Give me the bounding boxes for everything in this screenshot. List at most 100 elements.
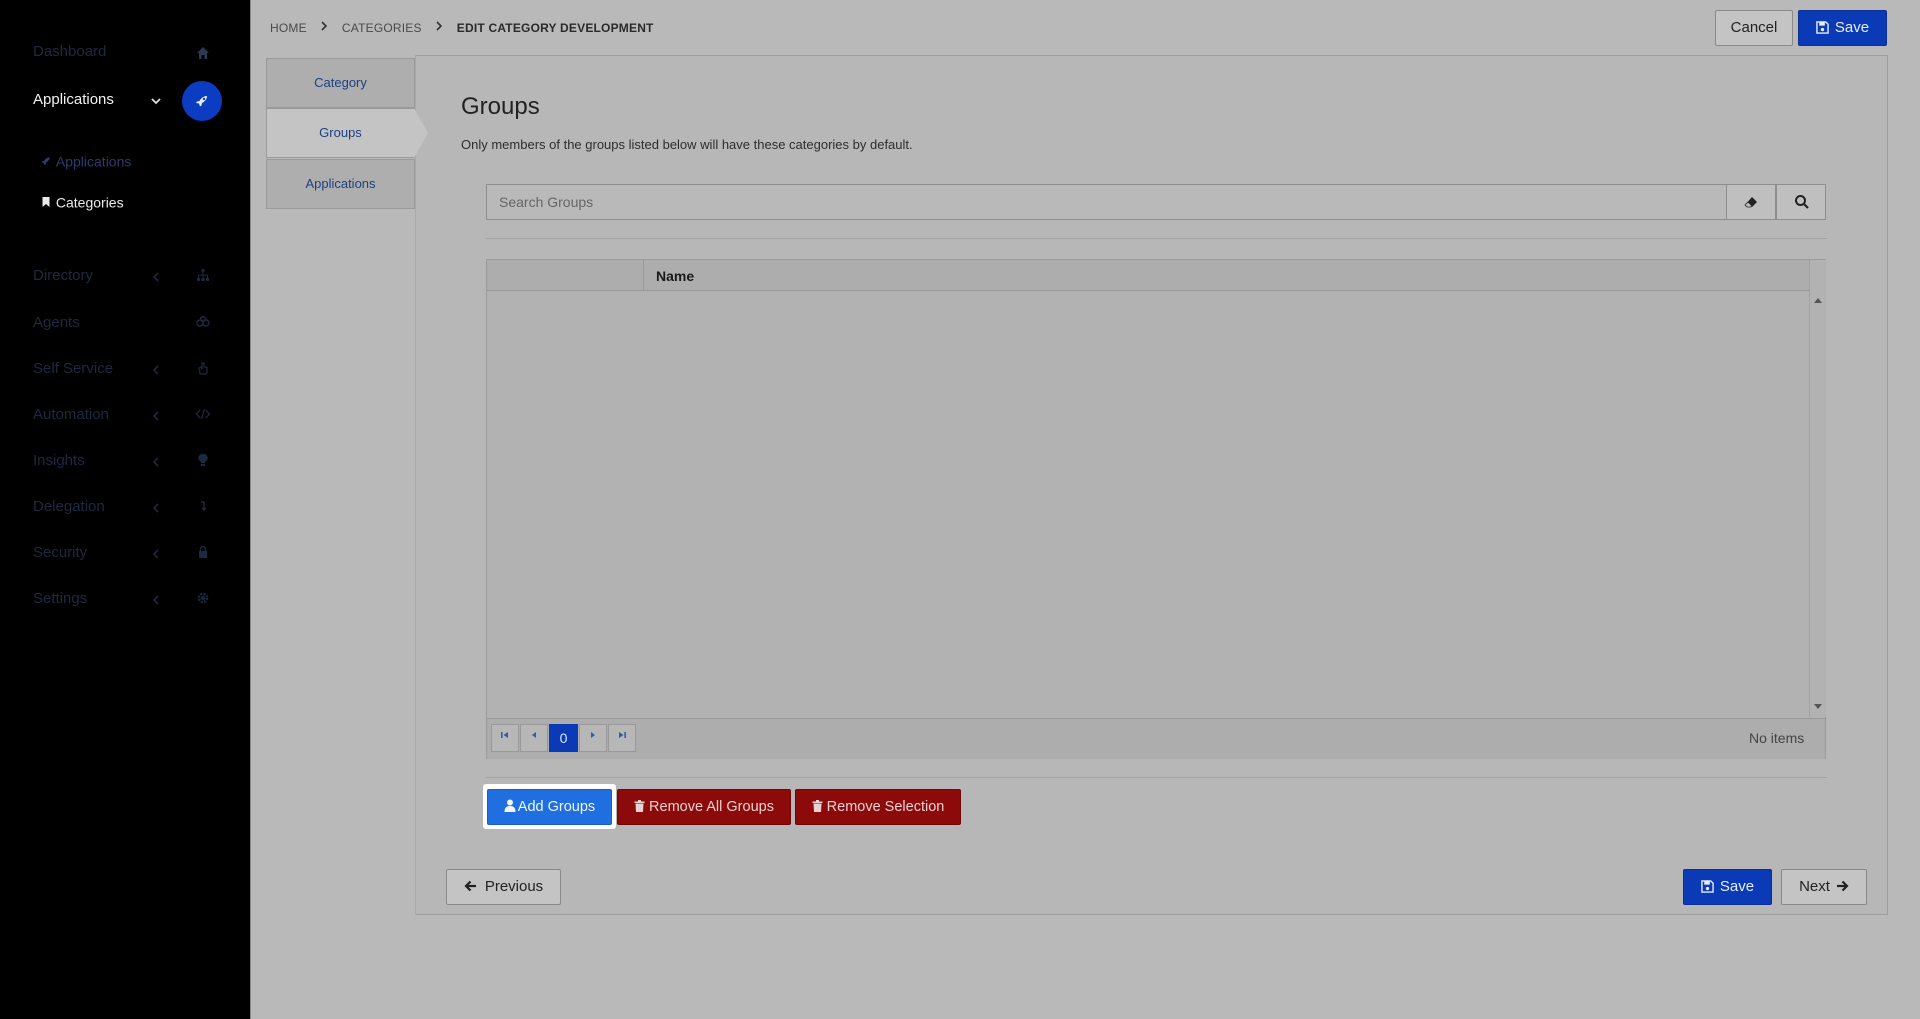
- tab-applications[interactable]: Applications: [266, 159, 415, 209]
- add-groups-label: Add Groups: [517, 799, 596, 815]
- lock-icon: [199, 545, 207, 558]
- agents-icon: [196, 315, 210, 327]
- prev-page-icon: [532, 732, 536, 738]
- sidebar-subitem-categories[interactable]: Categories: [40, 193, 124, 215]
- sidebar-item-self-service[interactable]: Self Service: [0, 350, 250, 390]
- save-button-top[interactable]: Save: [1798, 10, 1887, 46]
- tab-label: Applications: [305, 176, 376, 191]
- sidebar-item-label: Automation: [33, 406, 109, 423]
- sidebar-item-dashboard[interactable]: Dashboard: [0, 33, 250, 73]
- next-button-label: Next: [1799, 878, 1830, 895]
- section-title: Groups: [461, 93, 540, 120]
- cancel-button[interactable]: Cancel: [1715, 10, 1793, 46]
- sidebar-item-settings[interactable]: Settings: [0, 580, 250, 620]
- breadcrumb: HOME CATEGORIES EDIT CATEGORY DEVELOPMEN…: [270, 20, 654, 35]
- chevron-right-icon: [321, 21, 328, 31]
- hand-icon: [198, 362, 208, 375]
- tab-selected-arrow: [414, 108, 428, 158]
- groups-grid: [486, 259, 1826, 759]
- chevron-left-icon: [152, 365, 159, 375]
- sidebar-subitem-label: Categories: [55, 194, 124, 211]
- section-description: Only members of the groups listed below …: [461, 137, 913, 152]
- remove-selection-button[interactable]: Remove Selection: [795, 789, 961, 825]
- chevron-left-icon: [152, 503, 159, 513]
- search-groups-input[interactable]: [486, 184, 1727, 220]
- search-icon: [1795, 195, 1809, 209]
- divider: [486, 777, 1827, 778]
- home-icon: [197, 47, 209, 59]
- grid-pager: [487, 718, 1825, 759]
- pager-next-button[interactable]: [579, 724, 607, 752]
- pager-current-page[interactable]: 0: [549, 724, 578, 752]
- chevron-left-icon: [152, 457, 159, 467]
- clear-search-button[interactable]: [1726, 184, 1776, 220]
- sidebar-item-label: Security: [33, 544, 88, 561]
- search-button[interactable]: [1776, 184, 1826, 220]
- sidebar-item-label: Self Service: [33, 360, 114, 377]
- rocket-icon: [41, 157, 50, 166]
- next-button[interactable]: Next: [1781, 869, 1867, 905]
- sidebar-item-delegation[interactable]: Delegation: [0, 488, 250, 528]
- first-page-icon: [501, 732, 508, 738]
- cancel-button-label: Cancel: [1730, 19, 1778, 36]
- bookmark-icon: [42, 197, 50, 208]
- save-button-bottom[interactable]: Save: [1683, 869, 1772, 905]
- sidebar-item-applications[interactable]: Applications: [0, 81, 250, 121]
- sidebar-item-automation[interactable]: Automation: [0, 396, 250, 436]
- scroll-down-icon: [1814, 704, 1822, 709]
- grid-column-name[interactable]: Name: [656, 268, 694, 284]
- previous-button[interactable]: Previous: [446, 869, 561, 905]
- eraser-icon: [1744, 197, 1757, 208]
- delegation-icon: [201, 501, 207, 511]
- pager-last-button[interactable]: [608, 724, 636, 752]
- breadcrumb-categories[interactable]: CATEGORIES: [342, 21, 422, 35]
- remove-all-groups-button[interactable]: Remove All Groups: [617, 789, 791, 825]
- floppy-disk-icon: [1816, 20, 1829, 34]
- chevron-left-icon: [152, 411, 159, 421]
- gear-icon: [197, 592, 209, 604]
- pager-prev-button[interactable]: [520, 724, 548, 752]
- breadcrumb-home[interactable]: HOME: [270, 21, 307, 35]
- lightbulb-icon: [198, 453, 208, 466]
- trash-icon: [634, 799, 645, 812]
- sidebar-item-label: Applications: [33, 91, 114, 108]
- sidebar-item-label: Delegation: [33, 498, 105, 515]
- divider: [486, 238, 1827, 239]
- sidebar-item-security[interactable]: Security: [0, 534, 250, 574]
- sidebar-item-label: Directory: [33, 267, 94, 284]
- pager-status: No items: [1749, 730, 1805, 746]
- remove-selection-label: Remove Selection: [826, 799, 945, 815]
- last-page-icon: [619, 732, 626, 738]
- next-page-icon: [591, 732, 595, 738]
- sidebar-subitem-applications[interactable]: Applications: [40, 152, 131, 174]
- pager-first-button[interactable]: [491, 724, 519, 752]
- chevron-left-icon: [152, 595, 159, 605]
- save-button-label: Save: [1834, 19, 1870, 36]
- tab-category[interactable]: Category: [266, 58, 415, 108]
- sidebar-subitem-label: Applications: [55, 153, 132, 170]
- tab-label: Groups: [319, 125, 362, 140]
- tab-groups[interactable]: Groups: [266, 108, 415, 158]
- tab-label: Category: [314, 75, 367, 90]
- arrow-left-icon: [464, 880, 476, 892]
- arrow-right-icon: [1836, 880, 1849, 892]
- grid-scrollbar[interactable]: [1809, 260, 1826, 717]
- sidebar-item-agents[interactable]: Agents: [0, 304, 250, 344]
- chevron-down-icon: [151, 98, 161, 105]
- sitemap-icon: [197, 269, 209, 281]
- remove-all-groups-label: Remove All Groups: [649, 799, 774, 815]
- trash-icon: [812, 799, 823, 812]
- chevron-right-icon: [436, 21, 443, 31]
- sidebar-item-directory[interactable]: Directory: [0, 257, 250, 297]
- sidebar-item-label: Insights: [33, 452, 85, 469]
- sidebar-item-label: Settings: [33, 590, 88, 607]
- sidebar-item-label: Agents: [33, 314, 80, 331]
- sidebar-item-label: Dashboard: [33, 43, 107, 60]
- sidebar-item-insights[interactable]: Insights: [0, 442, 250, 482]
- chevron-left-icon: [152, 549, 159, 559]
- code-icon: [195, 408, 211, 420]
- sidebar: Dashboard Applications Applications Cate…: [0, 0, 250, 1019]
- add-groups-button[interactable]: Add Groups: [487, 789, 612, 825]
- chevron-left-icon: [152, 272, 159, 282]
- breadcrumb-current: EDIT CATEGORY DEVELOPMENT: [456, 20, 654, 35]
